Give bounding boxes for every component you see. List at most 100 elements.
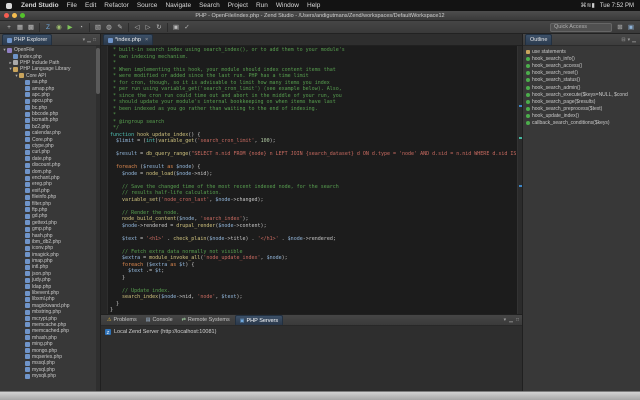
menu-help[interactable]: Help xyxy=(303,2,324,9)
menu-run[interactable]: Run xyxy=(252,2,272,9)
menu-file[interactable]: File xyxy=(63,2,81,9)
tree-item-label: imagick.php xyxy=(32,252,59,258)
refresh-icon[interactable]: ↻ xyxy=(154,22,164,32)
outline-item-hook-search-execute-keys-null-cond[interactable]: hook_search_execute($keys=NULL, $cond xyxy=(523,91,640,98)
zend-server-icon[interactable]: Z xyxy=(43,22,53,32)
code-line[interactable]: $result = db_query_range("SELECT n.nid F… xyxy=(110,151,516,158)
save-icon[interactable]: ▦ xyxy=(15,22,25,32)
open-perspective-icon[interactable]: ⊞ xyxy=(615,22,625,32)
explorer-scrollbar[interactable] xyxy=(96,46,100,391)
phpfile-icon xyxy=(25,150,30,155)
menu-search[interactable]: Search xyxy=(195,2,224,9)
view-menu-icon[interactable]: ▾ xyxy=(83,37,86,43)
scrollbar-thumb[interactable] xyxy=(96,48,100,94)
annotation-icon[interactable]: ✎ xyxy=(115,22,125,32)
phpfile-icon xyxy=(25,144,30,149)
forward-icon[interactable]: ▷ xyxy=(143,22,153,32)
tab-console[interactable]: ▤Console xyxy=(142,315,177,325)
maximize-icon[interactable]: □ xyxy=(93,37,96,43)
tree-item-label: calendar.php xyxy=(32,130,61,136)
tree-item-mysqli-php[interactable]: mysqli.php xyxy=(0,373,100,379)
outline-item-hook-search-reset[interactable]: hook_search_reset() xyxy=(523,70,640,77)
outline-item-hook-search-info[interactable]: hook_search_info() xyxy=(523,55,640,62)
overview-ruler[interactable] xyxy=(517,46,522,314)
menubar-status-icons: ⌘≋▮ xyxy=(581,2,595,9)
tab-php-explorer[interactable]: PHP Explorer xyxy=(2,34,52,45)
outline-item-hook-search-admin[interactable]: hook_search_admin() xyxy=(523,84,640,91)
tab-label: Remote Systems xyxy=(188,317,230,323)
tree-item-label: Core.php xyxy=(32,137,53,143)
tree-item-label: hash.php xyxy=(32,233,53,239)
close-tab-icon[interactable]: × xyxy=(145,37,148,43)
outline-item-hook-search-preprocess-text[interactable]: hook_search_preprocess($text) xyxy=(523,106,640,113)
tab-php-servers[interactable]: ▣PHP Servers xyxy=(235,315,283,325)
checkmark-icon[interactable]: ✓ xyxy=(182,22,192,32)
save-all-icon[interactable]: ▩ xyxy=(26,22,36,32)
menubar-clock[interactable]: Tue 7:52 PM xyxy=(600,3,634,9)
minimize-icon[interactable]: ▁ xyxy=(632,37,636,43)
tree-item-label: mongo.php xyxy=(32,348,57,354)
apple-menu-icon[interactable] xyxy=(6,3,12,9)
outline-item-use-statements[interactable]: use statements xyxy=(523,48,640,55)
phpfile-icon xyxy=(25,169,30,174)
tree-item-label: ldap.php xyxy=(32,284,51,290)
tree-item-label: libevent.php xyxy=(32,290,59,296)
view-menu-icon[interactable]: ▾ xyxy=(628,37,631,43)
minimize-icon[interactable]: ▁ xyxy=(87,37,91,43)
tab-problems[interactable]: ⚠Problems xyxy=(103,315,141,325)
editor-area: *index.php × * built-in search index usi… xyxy=(101,34,522,391)
zoom-button[interactable] xyxy=(20,13,25,18)
menu-refactor[interactable]: Refactor xyxy=(100,2,133,9)
screen: Zend StudioFileEditRefactorSourceNavigat… xyxy=(0,0,640,400)
new-wizard-icon[interactable]: + xyxy=(4,22,14,32)
phpfile-icon xyxy=(13,54,18,59)
quick-access-input[interactable] xyxy=(550,23,612,32)
collapse-all-icon[interactable]: ⊟ xyxy=(621,37,625,43)
code-line[interactable]: } xyxy=(110,307,516,314)
menu-navigate[interactable]: Navigate xyxy=(161,2,195,9)
phpfile-icon xyxy=(25,374,30,379)
outline-item-hook-search-access[interactable]: hook_search_access() xyxy=(523,62,640,69)
tab-outline[interactable]: Outline xyxy=(525,34,552,45)
outline-item-callback-search-conditions-keys[interactable]: callback_search_conditions($keys) xyxy=(523,120,640,127)
menu-project[interactable]: Project xyxy=(224,2,252,9)
menu-edit[interactable]: Edit xyxy=(81,2,100,9)
code-editor[interactable]: * built-in search index using search_ind… xyxy=(101,46,522,314)
browser-icon[interactable]: ◍ xyxy=(104,22,114,32)
php-perspective-icon[interactable]: ▣ xyxy=(626,22,636,32)
mark-occurrences-icon[interactable]: ▣ xyxy=(171,22,181,32)
menu-source[interactable]: Source xyxy=(133,2,162,9)
profile-icon[interactable]: ◔ xyxy=(76,22,86,32)
overview-marker[interactable] xyxy=(519,137,522,139)
debug-icon[interactable]: ◉ xyxy=(54,22,64,32)
overview-marker[interactable] xyxy=(519,185,522,187)
menu-window[interactable]: Window xyxy=(272,2,303,9)
tree-item-label: bz2.php xyxy=(32,124,50,130)
menu-zend-studio[interactable]: Zend Studio xyxy=(17,2,63,9)
tab-index-php[interactable]: *index.php × xyxy=(103,34,153,45)
tab-remote-systems[interactable]: ⇄Remote Systems xyxy=(178,315,234,325)
back-icon[interactable]: ◁ xyxy=(132,22,142,32)
phpfile-icon xyxy=(25,201,30,206)
outline-item-hook-update-index[interactable]: hook_update_index() xyxy=(523,113,640,120)
close-button[interactable] xyxy=(4,13,9,18)
overview-marker[interactable] xyxy=(519,105,522,107)
outline-item-hook-search-page-results[interactable]: hook_search_page($results) xyxy=(523,98,640,105)
new-project-icon[interactable]: ▧ xyxy=(93,22,103,32)
server-list-item[interactable]: Z Local Zend Server (http://localhost:10… xyxy=(101,326,522,338)
tree-item-label: PHP Language Library xyxy=(20,66,71,72)
phpfile-icon xyxy=(25,207,30,212)
explorer-header-icons: ▾▁□ xyxy=(83,37,98,45)
php-file-icon xyxy=(108,38,113,43)
phpfile-icon xyxy=(25,214,30,219)
tree-item-label: mbstring.php xyxy=(32,309,61,315)
outline-item-hook-search-status[interactable]: hook_search_status() xyxy=(523,77,640,84)
window-titlebar[interactable]: PHP - OpenFile/index.php - Zend Studio -… xyxy=(0,11,640,21)
minimize-icon[interactable]: ▁ xyxy=(509,317,513,323)
minimize-button[interactable] xyxy=(12,13,17,18)
outline-item-label: hook_update_index() xyxy=(532,113,579,119)
view-menu-icon[interactable]: ▾ xyxy=(504,317,507,323)
run-icon[interactable]: ▶ xyxy=(65,22,75,32)
maximize-icon[interactable]: □ xyxy=(516,317,519,323)
battery-icon[interactable]: ▮ xyxy=(592,2,595,9)
